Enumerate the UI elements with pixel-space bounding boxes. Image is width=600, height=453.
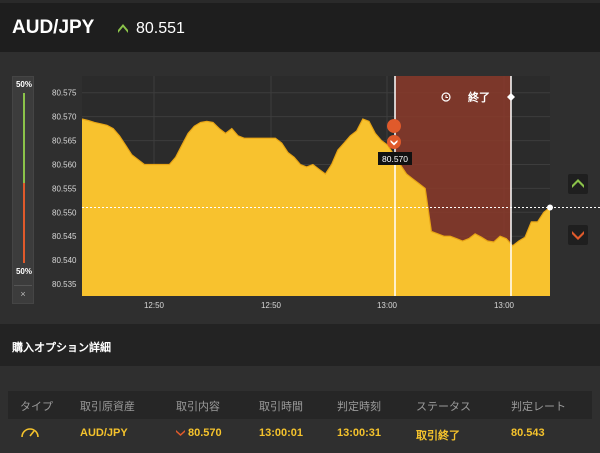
end-label: 終了 bbox=[468, 90, 490, 104]
header-status: ステータス bbox=[416, 401, 471, 413]
entry-marker bbox=[387, 119, 402, 133]
row-content-value: 80.570 bbox=[188, 427, 222, 439]
header-judge-rate: 判定レート bbox=[511, 401, 566, 413]
y-tick-label: 80.560 bbox=[52, 160, 77, 169]
up-arrow-icon bbox=[572, 179, 584, 188]
header-judge-time: 判定時刻 bbox=[337, 401, 381, 413]
x-tick-label: 13:00 bbox=[377, 301, 398, 310]
header-trade-time: 取引時間 bbox=[259, 401, 303, 413]
table-header: タイプ 取引原資産 取引内容 取引時間 判定時刻 ステータス 判定レート bbox=[8, 391, 592, 419]
x-tick-label: 12:50 bbox=[144, 301, 165, 310]
y-tick-label: 80.535 bbox=[52, 280, 77, 289]
row-judge-rate: 80.543 bbox=[511, 427, 545, 439]
row-judge-time: 13:00:31 bbox=[337, 427, 382, 439]
header-type: タイプ bbox=[20, 401, 53, 413]
y-tick-label: 80.545 bbox=[52, 232, 77, 241]
header-content: 取引内容 bbox=[176, 401, 220, 413]
y-tick-label: 80.575 bbox=[52, 89, 77, 98]
y-tick-label: 80.550 bbox=[52, 208, 77, 217]
high-button[interactable] bbox=[568, 174, 588, 194]
row-status: 取引終了 bbox=[416, 430, 460, 442]
row-content: 80.570 bbox=[176, 427, 222, 439]
section-title: 購入オプション詳細 bbox=[0, 324, 600, 366]
x-tick-label: 13:00 bbox=[494, 301, 515, 310]
table-row[interactable]: AUD/JPY 80.570 13:00:01 13:00:31 取引終了 80… bbox=[8, 422, 592, 444]
row-asset: AUD/JPY bbox=[80, 427, 128, 439]
header-asset: 取引原資産 bbox=[80, 401, 135, 413]
timer-type-icon bbox=[20, 425, 40, 442]
current-rate-dot bbox=[547, 204, 553, 211]
y-tick-label: 80.555 bbox=[52, 184, 77, 193]
entry-label: 80.570 bbox=[382, 154, 408, 164]
y-tick-label: 80.565 bbox=[52, 137, 77, 146]
y-tick-label: 80.570 bbox=[52, 113, 77, 122]
entry-marker-circle bbox=[387, 135, 401, 149]
down-arrow-icon bbox=[572, 231, 584, 240]
down-arrow-icon bbox=[176, 430, 185, 437]
y-tick-label: 80.540 bbox=[52, 256, 77, 265]
row-trade-time: 13:00:01 bbox=[259, 427, 304, 439]
low-button[interactable] bbox=[568, 225, 588, 245]
x-tick-label: 12:50 bbox=[261, 301, 282, 310]
price-chart[interactable]: 80.575 80.570 80.565 80.560 80.555 80.550 80.5… bbox=[0, 0, 600, 324]
